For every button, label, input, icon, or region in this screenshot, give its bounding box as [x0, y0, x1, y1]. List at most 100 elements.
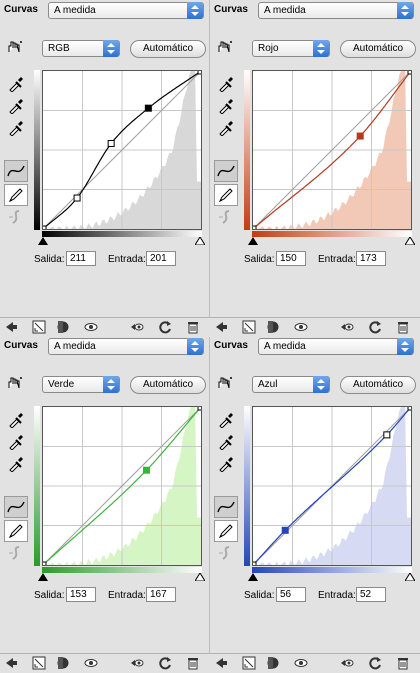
white-point-eyedropper-icon[interactable] — [7, 454, 25, 473]
curve-point-0 — [43, 561, 47, 565]
entrada-field[interactable]: 52 — [356, 587, 386, 602]
preset-dropdown[interactable]: A medida — [258, 338, 414, 355]
pencil-draw-tool-icon[interactable] — [214, 184, 238, 206]
output-gradient-bar — [34, 70, 40, 230]
white-point-slider[interactable] — [194, 236, 206, 246]
black-point-eyedropper-icon[interactable] — [217, 74, 235, 93]
curve-graph[interactable] — [42, 406, 202, 566]
preset-value: A medida — [54, 341, 96, 352]
preset-dropdown[interactable]: A medida — [48, 2, 204, 19]
entrada-label: Entrada: — [108, 254, 146, 265]
black-point-eyedropper-icon[interactable] — [7, 74, 25, 93]
layer-mask-icon[interactable] — [56, 320, 70, 334]
black-point-slider[interactable] — [248, 572, 258, 581]
curve-point-tool-icon[interactable] — [214, 160, 238, 182]
black-point-eyedropper-icon[interactable] — [7, 410, 25, 429]
view-previous-icon[interactable] — [340, 320, 354, 334]
preset-dropdown[interactable]: A medida — [48, 338, 204, 355]
smooth-curve-icon — [7, 544, 25, 562]
back-arrow-icon[interactable] — [214, 656, 228, 670]
pencil-draw-tool-icon[interactable] — [4, 184, 28, 206]
visibility-eye-icon[interactable] — [84, 656, 98, 670]
white-point-slider[interactable] — [194, 572, 206, 582]
salida-field[interactable]: 56 — [276, 587, 306, 602]
auto-button[interactable]: Automático — [130, 376, 206, 394]
auto-button[interactable]: Automático — [340, 376, 416, 394]
white-point-eyedropper-icon[interactable] — [217, 454, 235, 473]
white-point-slider[interactable] — [404, 236, 416, 246]
curve-graph[interactable] — [252, 406, 412, 566]
curve-point-tool-icon[interactable] — [214, 496, 238, 518]
channel-dropdown[interactable]: Rojo — [252, 40, 330, 57]
trash-icon[interactable] — [186, 656, 200, 670]
curves-label: Curvas — [4, 340, 38, 351]
black-point-eyedropper-icon[interactable] — [217, 410, 235, 429]
smooth-curve-icon — [217, 208, 235, 226]
pencil-draw-tool-icon[interactable] — [214, 520, 238, 542]
dropdown-arrow-icon — [187, 338, 203, 355]
pencil-draw-tool-icon[interactable] — [4, 520, 28, 542]
salida-field[interactable]: 150 — [276, 251, 306, 266]
curve-point-tool-icon[interactable] — [4, 496, 28, 518]
dropdown-arrow-icon — [187, 2, 203, 19]
view-previous-icon[interactable] — [340, 656, 354, 670]
back-arrow-icon[interactable] — [4, 320, 18, 334]
curve-graph[interactable] — [42, 70, 202, 230]
black-point-slider[interactable] — [38, 572, 48, 581]
entrada-field[interactable]: 173 — [356, 251, 386, 266]
salida-label: Salida: — [244, 254, 275, 265]
gray-point-eyedropper-icon[interactable] — [7, 432, 25, 451]
channel-dropdown[interactable]: Verde — [42, 376, 120, 393]
reset-icon[interactable] — [158, 320, 172, 334]
curve-point-0 — [253, 225, 257, 229]
auto-button[interactable]: Automático — [130, 40, 206, 58]
clip-layer-icon[interactable] — [32, 656, 46, 670]
white-point-eyedropper-icon[interactable] — [217, 118, 235, 137]
clip-layer-icon[interactable] — [242, 320, 256, 334]
curve-point-tool-icon[interactable] — [4, 160, 28, 182]
auto-button[interactable]: Automático — [340, 40, 416, 58]
back-arrow-icon[interactable] — [4, 656, 18, 670]
view-previous-icon[interactable] — [130, 320, 144, 334]
trash-icon[interactable] — [396, 320, 410, 334]
target-adjust-hand-icon[interactable] — [6, 40, 24, 56]
trash-icon[interactable] — [396, 656, 410, 670]
reset-icon[interactable] — [368, 320, 382, 334]
reset-icon[interactable] — [158, 656, 172, 670]
visibility-eye-icon[interactable] — [294, 320, 308, 334]
dropdown-arrow-icon — [397, 2, 413, 19]
panel-footer-toolbar — [0, 653, 210, 673]
visibility-eye-icon[interactable] — [84, 320, 98, 334]
curve-graph[interactable] — [252, 70, 412, 230]
white-point-eyedropper-icon[interactable] — [7, 118, 25, 137]
entrada-field[interactable]: 167 — [146, 587, 176, 602]
entrada-label: Entrada: — [318, 590, 356, 601]
black-point-slider[interactable] — [38, 236, 48, 245]
gray-point-eyedropper-icon[interactable] — [217, 432, 235, 451]
salida-field[interactable]: 153 — [66, 587, 96, 602]
salida-field[interactable]: 211 — [66, 251, 96, 266]
clip-layer-icon[interactable] — [242, 656, 256, 670]
white-point-slider[interactable] — [404, 572, 416, 582]
visibility-eye-icon[interactable] — [294, 656, 308, 670]
target-adjust-hand-icon[interactable] — [216, 40, 234, 56]
target-adjust-hand-icon[interactable] — [216, 376, 234, 392]
layer-mask-icon[interactable] — [266, 656, 280, 670]
channel-value: Azul — [258, 379, 278, 390]
entrada-field[interactable]: 201 — [146, 251, 176, 266]
channel-dropdown[interactable]: Azul — [252, 376, 330, 393]
layer-mask-icon[interactable] — [266, 320, 280, 334]
smooth-curve-icon — [217, 544, 235, 562]
clip-layer-icon[interactable] — [32, 320, 46, 334]
black-point-slider[interactable] — [248, 236, 258, 245]
gray-point-eyedropper-icon[interactable] — [7, 96, 25, 115]
preset-dropdown[interactable]: A medida — [258, 2, 414, 19]
reset-icon[interactable] — [368, 656, 382, 670]
back-arrow-icon[interactable] — [214, 320, 228, 334]
trash-icon[interactable] — [186, 320, 200, 334]
channel-dropdown[interactable]: RGB — [42, 40, 120, 57]
layer-mask-icon[interactable] — [56, 656, 70, 670]
gray-point-eyedropper-icon[interactable] — [217, 96, 235, 115]
target-adjust-hand-icon[interactable] — [6, 376, 24, 392]
view-previous-icon[interactable] — [130, 656, 144, 670]
